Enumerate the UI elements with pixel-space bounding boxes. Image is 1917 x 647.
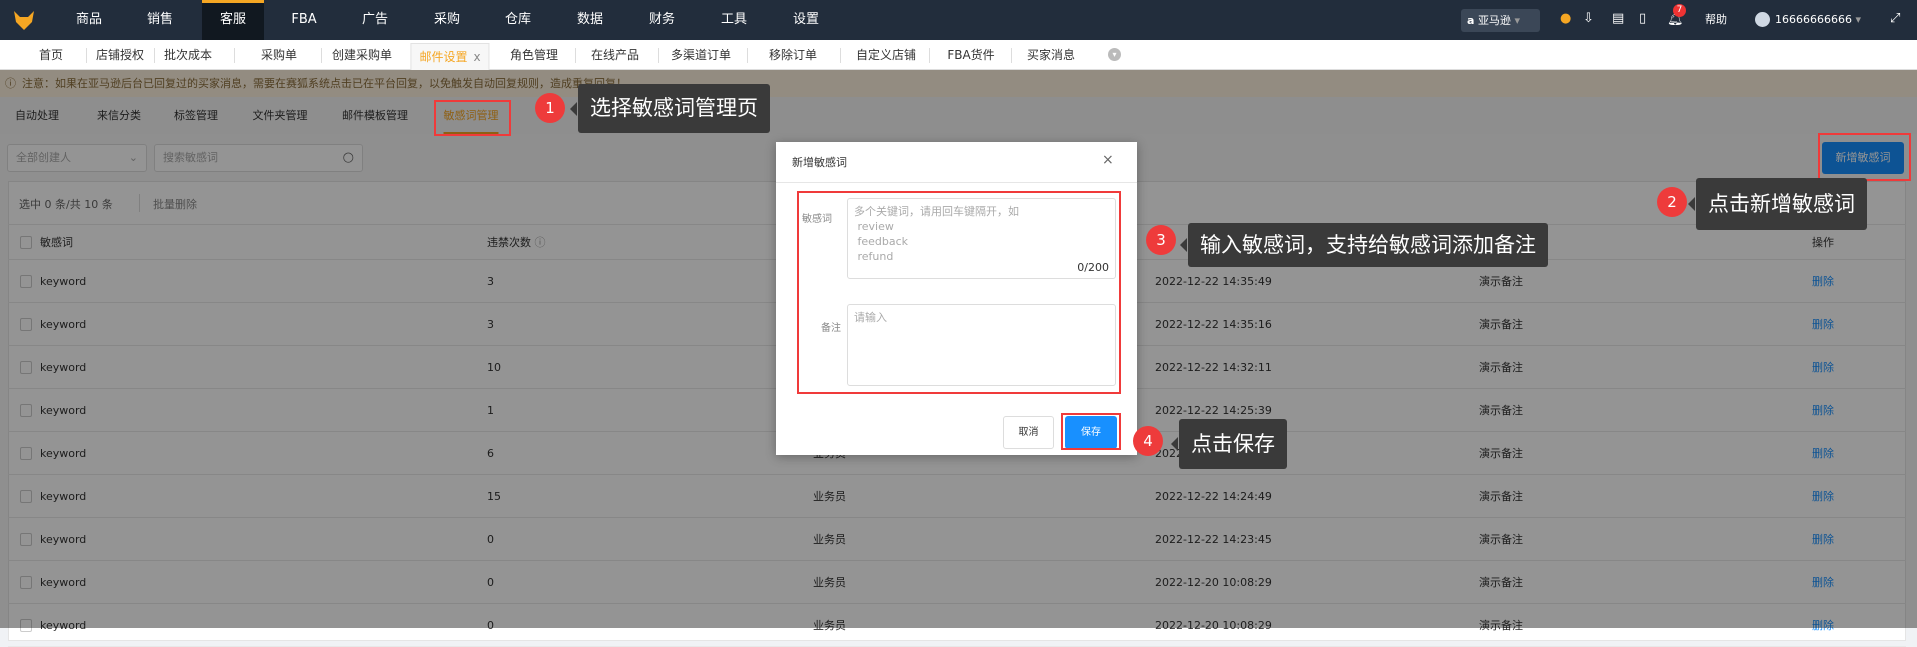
tab-label: 在线产品: [590, 48, 640, 62]
service-icon[interactable]: ●: [1560, 11, 1571, 26]
avatar[interactable]: [1755, 12, 1770, 27]
nav-item[interactable]: 财务: [631, 0, 693, 40]
tab-label: 自定义店铺: [855, 48, 917, 62]
fullscreen-icon[interactable]: ⤢: [1890, 11, 1900, 26]
tab-label: 移除订单: [768, 48, 818, 62]
fox-logo-icon[interactable]: [12, 8, 36, 32]
tab-label: 首页: [38, 48, 64, 62]
marketplace-select[interactable]: a 亚马逊 ▾: [1461, 9, 1540, 32]
tab-divider: [1011, 48, 1012, 63]
tab-divider: [929, 48, 930, 63]
callout-tip-2: 点击新增敏感词: [1688, 178, 1867, 230]
nav-item[interactable]: 商品: [58, 0, 120, 40]
nav-item[interactable]: 设置: [775, 0, 837, 40]
tab-item[interactable]: 店铺授权: [96, 40, 144, 70]
nav-item[interactable]: 广告: [344, 0, 406, 40]
tab-item[interactable]: 多渠道订单: [671, 40, 731, 70]
page-tabs: 首页 店铺授权 批次成本 采购单 创建采购单 邮件设置 x 角色管理 在线产品 多渠道订单 移除订单…: [0, 40, 1917, 70]
tab-item[interactable]: FBA货件: [947, 40, 994, 70]
tab-label: 采购单: [260, 48, 298, 62]
close-icon[interactable]: x: [473, 50, 480, 64]
nav-item[interactable]: 销售: [129, 0, 191, 40]
more-tabs-icon[interactable]: ▾: [1108, 48, 1121, 61]
tab-divider: [658, 48, 659, 63]
tab-item[interactable]: 首页: [39, 40, 63, 70]
nav-item[interactable]: 仓库: [487, 0, 549, 40]
tab-item[interactable]: 在线产品: [591, 40, 639, 70]
tab-item[interactable]: 角色管理: [510, 40, 558, 70]
amazon-icon: a: [1467, 14, 1475, 27]
divider: [776, 182, 1137, 183]
highlight-subtab: [434, 100, 511, 136]
download-icon[interactable]: ⇩: [1583, 11, 1594, 26]
caret-down-icon: ▾: [1855, 13, 1862, 26]
tab-label: 批次成本: [163, 48, 213, 62]
caret-down-icon: ▾: [1514, 14, 1520, 27]
nav-item[interactable]: 工具: [703, 0, 765, 40]
nav-item[interactable]: 采购: [416, 0, 478, 40]
tab-item[interactable]: 创建采购单: [332, 40, 392, 70]
callout-tip-1: 选择敏感词管理页: [570, 84, 770, 133]
tab-divider: [840, 48, 841, 63]
callout-badge-2: 2: [1657, 187, 1687, 217]
tab-label: 买家消息: [1026, 48, 1076, 62]
tab-label: 邮件设置: [419, 50, 468, 64]
tab-divider: [154, 48, 155, 63]
notification-badge: 7: [1673, 4, 1686, 17]
close-icon[interactable]: ×: [1102, 152, 1114, 168]
highlight-save: [1061, 413, 1121, 450]
help-link[interactable]: 帮助: [1705, 0, 1727, 40]
tab-label: 角色管理: [509, 48, 559, 62]
tab-item[interactable]: 采购单: [261, 40, 297, 70]
tab-item[interactable]: 自定义店铺: [856, 40, 916, 70]
highlight-add-button: [1818, 133, 1911, 181]
document-add-icon[interactable]: ▤: [1612, 11, 1624, 26]
tab-divider: [86, 48, 87, 63]
tab-label: 店铺授权: [95, 48, 145, 62]
tab-divider: [747, 48, 748, 63]
tab-label: FBA货件: [947, 48, 995, 62]
tab-item[interactable]: 移除订单: [769, 40, 817, 70]
nav-item[interactable]: 客服: [201, 0, 265, 40]
tab-divider: [575, 48, 576, 63]
callout-badge-1: 1: [535, 93, 565, 123]
dialog-title: 新增敏感词: [792, 156, 847, 169]
tab-item[interactable]: 邮件设置 x: [410, 43, 490, 70]
nav-item[interactable]: 数据: [559, 0, 621, 40]
tab-item[interactable]: 批次成本: [164, 40, 212, 70]
callout-tip-3: 输入敏感词，支持给敏感词添加备注: [1180, 223, 1548, 267]
callout-badge-3: 3: [1146, 225, 1176, 255]
callout-tip-4: 点击保存: [1171, 419, 1287, 469]
tab-label: 创建采购单: [331, 48, 393, 62]
tab-divider: [234, 48, 235, 63]
nav-item[interactable]: FBA: [273, 0, 334, 40]
highlight-form: [797, 191, 1121, 394]
callout-badge-4: 4: [1133, 426, 1163, 456]
mobile-icon[interactable]: ▯: [1639, 11, 1646, 26]
cancel-button[interactable]: 取消: [1003, 416, 1054, 449]
tab-item[interactable]: 买家消息: [1027, 40, 1075, 70]
tab-label: 多渠道订单: [670, 48, 732, 62]
user-menu[interactable]: 16666666666 ▾: [1775, 0, 1861, 40]
top-nav: 商品 销售 客服 FBA 广告 采购 仓库 数据 财务 工具 设置 a 亚马逊 ▾ ● ⇩ ▤ ▯ …: [0, 0, 1917, 40]
tab-divider: [321, 48, 322, 63]
